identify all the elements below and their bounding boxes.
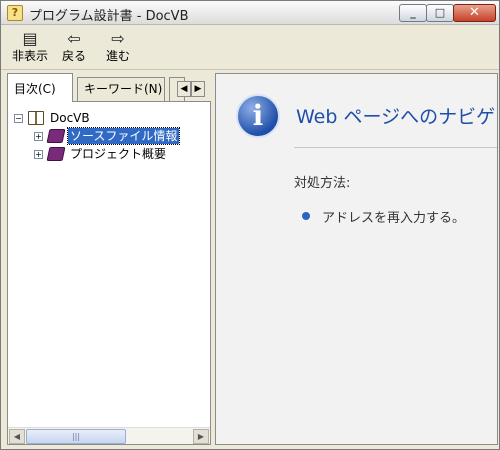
- tree-item-project-overview[interactable]: + プロジェクト概要: [14, 146, 194, 164]
- scrollbar-thumb[interactable]: |||: [26, 429, 126, 444]
- tree-item-label: ソースファイル情報: [66, 127, 181, 145]
- tree-viewport: − DocVB + ソースファイル情報 + プロジェクト概要: [14, 108, 204, 420]
- tree-item-label: プロジェクト概要: [70, 147, 167, 161]
- contents-tree: − DocVB + ソースファイル情報 + プロジェクト概要 ◀ ||| ▶: [7, 101, 211, 445]
- help-app-icon: ?: [7, 5, 23, 21]
- content-pane: i Web ページへのナビゲ 対処方法: アドレスを再入力する。: [215, 73, 498, 445]
- tree-root-node[interactable]: − DocVB: [14, 110, 174, 128]
- tab-contents[interactable]: 目次(C): [7, 73, 73, 102]
- forward-arrow-icon: ⇨: [111, 29, 125, 48]
- minimize-button[interactable]: _: [399, 4, 427, 22]
- expand-icon[interactable]: +: [34, 150, 43, 159]
- nav-tabs: 目次(C) キーワード(N) ◀ ▶: [5, 73, 211, 102]
- tab-scroll-left-icon[interactable]: ◀: [177, 81, 191, 97]
- closed-book-icon: [46, 147, 66, 161]
- info-icon: i: [236, 94, 280, 138]
- window-title: プログラム設計書 - DocVB: [29, 9, 189, 24]
- tab-keywords[interactable]: キーワード(N): [77, 77, 165, 101]
- tree-root-label: DocVB: [50, 111, 90, 125]
- back-button-label: 戻る: [61, 49, 86, 63]
- remedy-item: アドレスを再入力する。: [322, 211, 466, 226]
- hide-pane-icon: ▤: [22, 29, 38, 48]
- collapse-icon[interactable]: −: [14, 114, 23, 123]
- maximize-button[interactable]: □: [426, 4, 454, 22]
- open-book-icon: [28, 111, 44, 125]
- heading-divider: [294, 147, 497, 148]
- page-heading: Web ページへのナビゲ: [296, 106, 496, 128]
- close-button[interactable]: ✕: [453, 4, 496, 22]
- forward-button[interactable]: ⇨ 進む: [101, 30, 135, 68]
- toolbar: ▤ 非表示 ⇦ 戻る ⇨ 進む: [1, 26, 499, 70]
- navigation-pane: 目次(C) キーワード(N) ◀ ▶ − DocVB + ソースファイル情報 +: [5, 73, 211, 445]
- closed-book-icon: [46, 129, 66, 143]
- remedy-label: 対処方法:: [294, 176, 351, 191]
- forward-button-label: 進む: [105, 49, 130, 63]
- hide-button-label: 非表示: [11, 49, 48, 63]
- expand-icon[interactable]: +: [34, 132, 43, 141]
- back-button[interactable]: ⇦ 戻る: [57, 30, 91, 68]
- scroll-right-icon[interactable]: ▶: [193, 429, 209, 444]
- close-icon: ✕: [469, 5, 480, 20]
- hide-button[interactable]: ▤ 非表示: [9, 30, 51, 68]
- title-bar[interactable]: ? プログラム設計書 - DocVB _ □ ✕: [1, 1, 499, 25]
- bullet-icon: [302, 212, 310, 220]
- back-arrow-icon: ⇦: [67, 29, 81, 48]
- minimize-icon: _: [410, 6, 416, 19]
- horizontal-scrollbar[interactable]: ◀ ||| ▶: [8, 427, 210, 444]
- help-window: ? プログラム設計書 - DocVB _ □ ✕ ▤ 非表示 ⇦ 戻る ⇨ 進む…: [0, 0, 500, 450]
- tree-item-source-info[interactable]: + ソースファイル情報: [14, 127, 194, 146]
- maximize-icon: □: [434, 6, 446, 19]
- scroll-left-icon[interactable]: ◀: [9, 429, 25, 444]
- tab-scroll-right-icon[interactable]: ▶: [191, 81, 205, 97]
